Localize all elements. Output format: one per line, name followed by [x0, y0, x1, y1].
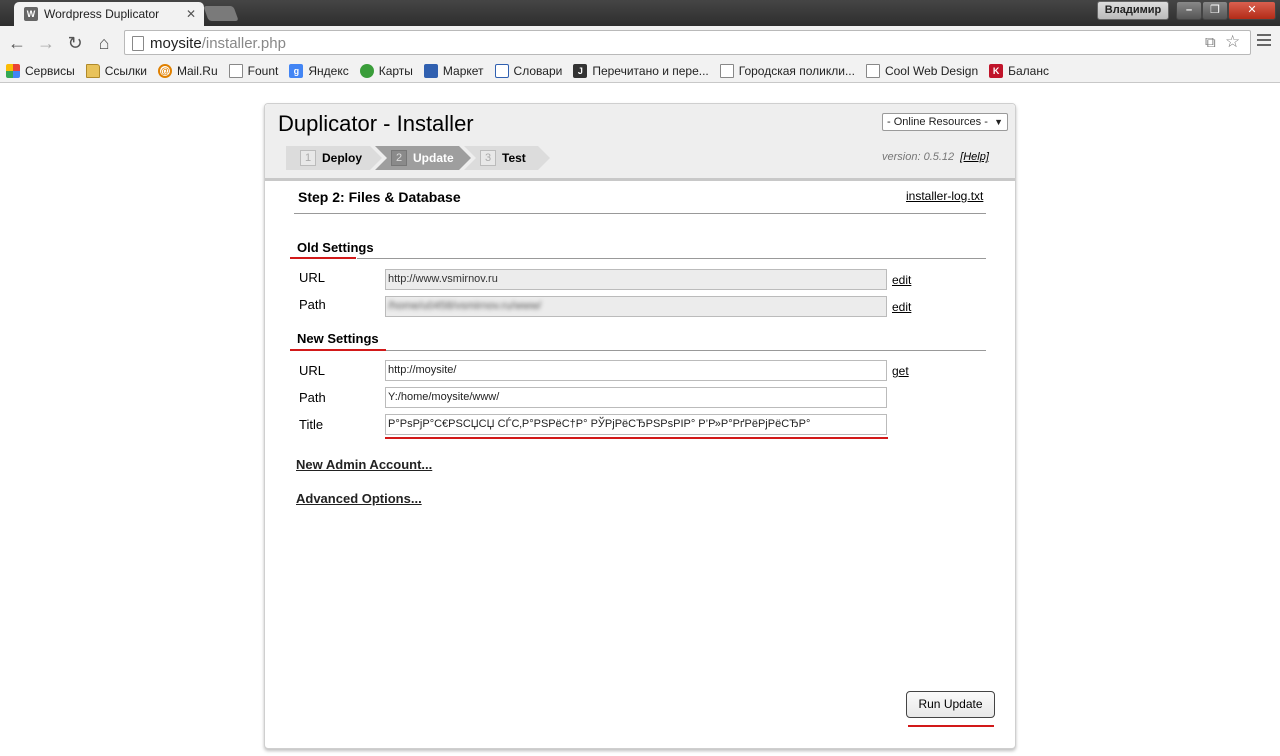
wordpress-favicon-icon: W [24, 7, 38, 21]
annotation-underline [908, 725, 994, 727]
forward-arrow-icon[interactable]: → [35, 32, 57, 54]
annotation-underline [385, 437, 888, 439]
menu-icon[interactable] [1257, 34, 1271, 49]
new-settings-heading: New Settings [297, 331, 379, 346]
bookmarks-bar: Сервисы Ссылки @ Mail.Ru Fount g Яндекс Ка… [0, 59, 1280, 83]
step-deploy: 1 Deploy [286, 146, 382, 170]
minimize-button[interactable]: – [1176, 1, 1202, 20]
google-icon: g [289, 63, 304, 78]
edit-old-path-link[interactable]: edit [892, 300, 911, 314]
browser-tab[interactable]: W Wordpress Duplicator ✕ [14, 2, 204, 26]
old-path-label: Path [299, 297, 326, 312]
browser-titlebar: W Wordpress Duplicator ✕ Владимир – ❐ ✕ [0, 0, 1280, 26]
bookmark-item[interactable]: Словари [494, 63, 562, 78]
divider [357, 258, 986, 259]
new-url-input[interactable]: http://moysite/ [385, 360, 887, 381]
bookmark-item[interactable]: Ссылки [85, 63, 147, 78]
page-icon [132, 36, 144, 51]
tab-close-icon[interactable]: ✕ [186, 7, 196, 21]
installer-panel: Duplicator - Installer - Online Resource… [264, 103, 1016, 749]
bookmark-item[interactable]: Карты [359, 63, 413, 78]
folder-icon [85, 63, 100, 78]
installer-log-link[interactable]: installer-log.txt [906, 189, 983, 203]
new-path-label: Path [299, 390, 326, 405]
site-title-label: Title [299, 417, 324, 432]
old-settings-heading: Old Settings [297, 240, 374, 255]
new-admin-account-link[interactable]: New Admin Account... [296, 457, 432, 472]
maps-icon [359, 63, 374, 78]
old-url-label: URL [299, 270, 326, 285]
divider [386, 350, 986, 351]
edit-old-url-link[interactable]: edit [892, 273, 911, 287]
bookmark-item[interactable]: Fount [228, 63, 278, 78]
bookmark-item[interactable]: Маркет [423, 63, 484, 78]
bookmark-item[interactable]: Cool Web Design [865, 63, 978, 78]
online-resources-select[interactable]: - Online Resources - ▼ [882, 113, 1008, 131]
dictionary-icon [494, 63, 509, 78]
bookmark-item[interactable]: g Яндекс [289, 63, 349, 78]
help-link[interactable]: [Help] [960, 151, 989, 163]
reload-icon[interactable]: ↻ [64, 32, 86, 54]
step-heading: Step 2: Files & Database [298, 189, 461, 205]
new-url-label: URL [299, 363, 326, 378]
annotation-underline [290, 349, 386, 351]
tab-title: Wordpress Duplicator [44, 7, 160, 21]
close-window-button[interactable]: ✕ [1228, 1, 1276, 20]
translate-icon[interactable]: ⧉ [1205, 34, 1216, 51]
url-text[interactable]: moysite/installer.php [150, 35, 286, 52]
j-icon: J [573, 63, 588, 78]
browser-toolbar: ← → ↻ ⌂ moysite/installer.php ⧉ ☆ [0, 26, 1280, 59]
page-icon [228, 63, 243, 78]
page-icon [719, 63, 734, 78]
market-icon [423, 63, 438, 78]
page-icon [865, 63, 880, 78]
version-info: version: 0.5.12 [Help] [882, 151, 989, 163]
step-test: 3 Test [464, 146, 550, 170]
run-update-button[interactable]: Run Update [906, 691, 995, 718]
get-url-link[interactable]: get [892, 364, 909, 378]
step-update: 2 Update [375, 146, 471, 170]
bookmark-item[interactable]: Городская поликли... [719, 63, 855, 78]
apps-grid-icon [6, 63, 20, 78]
old-url-field[interactable]: http://www.vsmirnov.ru [385, 269, 887, 290]
bookmark-item[interactable]: Сервисы [6, 63, 75, 78]
bookmark-star-icon[interactable]: ☆ [1225, 32, 1240, 52]
old-path-field[interactable]: /home/u0458/vsmirnov.ru/www/ [385, 296, 887, 317]
annotation-underline [290, 257, 356, 259]
installer-header: Duplicator - Installer - Online Resource… [265, 104, 1015, 181]
page-title: Duplicator - Installer [278, 111, 474, 136]
site-title-input[interactable]: Р°РѕРјР°С€РЅСЏСЏ СЃС‚Р°РЅРёС†Р° РЎРјРёСЂ… [385, 414, 887, 435]
bookmark-item[interactable]: K Баланс [989, 63, 1049, 78]
home-icon[interactable]: ⌂ [93, 32, 115, 54]
new-path-input[interactable]: Y:/home/moysite/www/ [385, 387, 887, 408]
dropdown-arrow-icon: ▼ [994, 117, 1003, 127]
back-arrow-icon[interactable]: ← [6, 32, 28, 54]
user-profile-button[interactable]: Владимир [1097, 1, 1169, 20]
bookmark-item[interactable]: J Перечитано и пере... [573, 63, 709, 78]
new-tab-button[interactable] [203, 6, 239, 21]
address-bar[interactable]: moysite/installer.php ⧉ ☆ [124, 30, 1251, 55]
bookmark-item[interactable]: @ Mail.Ru [157, 63, 218, 78]
k-icon: K [989, 63, 1004, 78]
mailru-icon: @ [157, 63, 172, 78]
advanced-options-link[interactable]: Advanced Options... [296, 491, 422, 506]
maximize-button[interactable]: ❐ [1202, 1, 1228, 20]
divider [294, 213, 986, 214]
